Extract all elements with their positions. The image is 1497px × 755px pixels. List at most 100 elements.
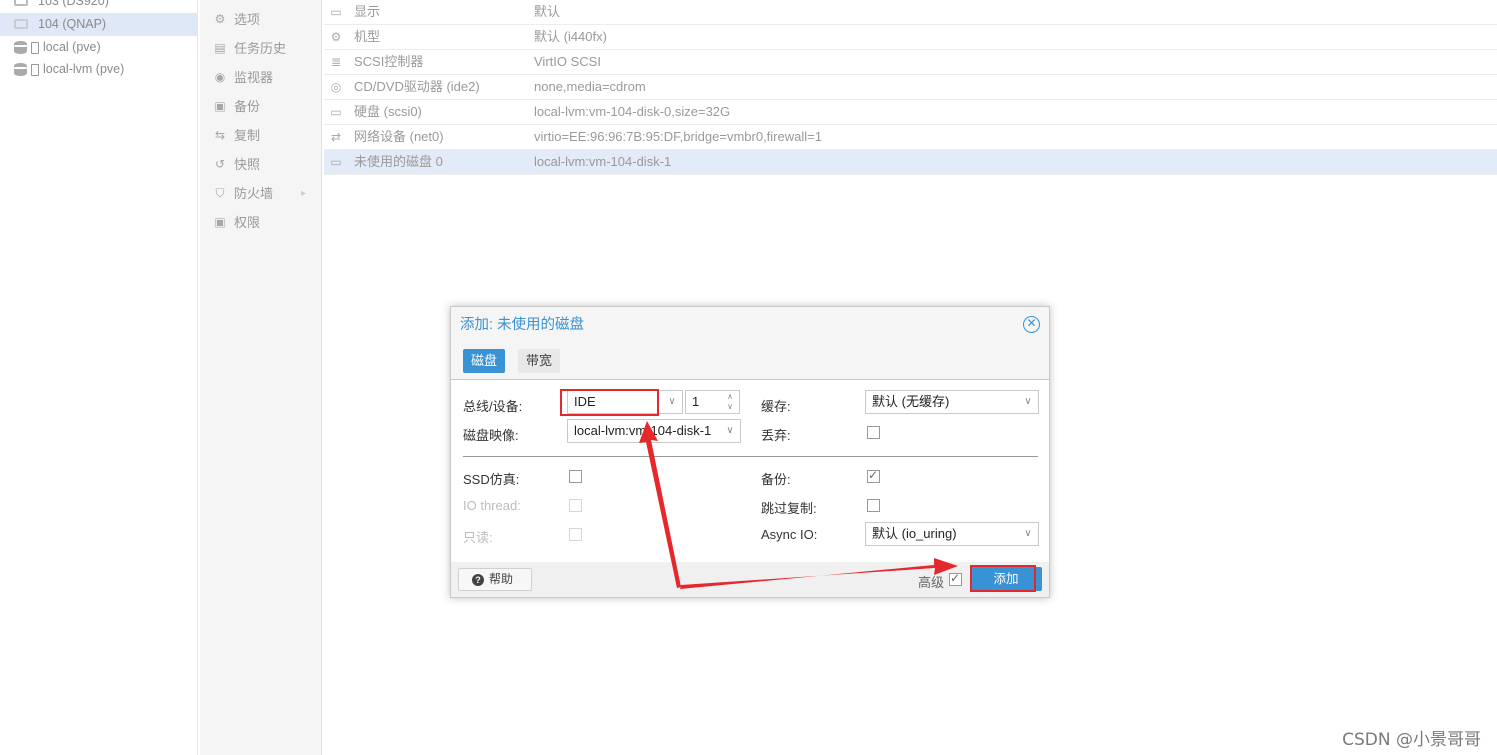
hardware-row-key: 机型 (354, 29, 381, 44)
database-icon (14, 41, 28, 54)
tree-item-storage-local-lvm[interactable]: local-lvm (pve) (0, 58, 198, 81)
storage-device-icon (31, 42, 39, 54)
hardware-row-key: 网络设备 (net0) (354, 129, 444, 144)
hdd-icon: ▭ (330, 105, 342, 119)
tree-item-label: local-lvm (pve) (43, 62, 125, 76)
dialog-footer: ?帮助 高级 添加 (451, 562, 1049, 597)
history-icon: ↺ (214, 157, 226, 171)
resource-tree: 103 (DS920) 104 (QNAP) local (pve) local… (0, 0, 198, 755)
tree-item-label: local (pve) (43, 40, 101, 54)
backup-label: 备份: (761, 472, 791, 487)
discard-label: 丢弃: (761, 428, 791, 443)
io-thread-checkbox[interactable] (569, 499, 582, 512)
exchange-icon: ⇄ (330, 130, 342, 144)
hardware-row-value: local-lvm:vm-104-disk-0,size=32G (534, 104, 731, 119)
hardware-row-cdrom[interactable]: ◎ CD/DVD驱动器 (ide2) none,media=cdrom (324, 75, 1497, 100)
menu-item-monitor[interactable]: ◉ 监视器 (200, 63, 322, 92)
menu-item-snapshots[interactable]: ↺ 快照 (200, 150, 322, 179)
monitor-icon: ▭ (330, 5, 342, 19)
tree-item-label: 104 (QNAP) (38, 17, 107, 31)
device-number-spinner[interactable]: 1 ∧ ∨ (685, 390, 740, 414)
add-unused-disk-dialog: 添加: 未使用的磁盘 ✕ 磁盘 带宽 总线/设备: IDE ∨ 1 ∧ ∨ 缓存:… (450, 306, 1050, 598)
help-button[interactable]: ? 帮助 (458, 568, 532, 591)
annotation-highlight-bus (560, 389, 659, 416)
chevron-down-icon: ∨ (1024, 396, 1032, 407)
disk-image-label: 磁盘映像: (463, 428, 519, 443)
hardware-row-key: CD/DVD驱动器 (ide2) (354, 79, 480, 94)
hardware-row-network[interactable]: ⇄ 网络设备 (net0) virtio=EE:96:96:7B:95:DF,b… (324, 125, 1497, 150)
menu-item-permissions[interactable]: ▣ 权限 (200, 208, 322, 237)
async-io-label: Async IO: (761, 527, 818, 542)
dialog-tabbar: 磁盘 带宽 (451, 343, 1049, 380)
tree-item-storage-local[interactable]: local (pve) (0, 36, 198, 59)
unlock-icon: ▣ (214, 215, 226, 229)
hardware-row-scsi-controller[interactable]: ≣ SCSI控制器 VirtIO SCSI (324, 50, 1497, 75)
hardware-row-display[interactable]: ▭ 显示 默认 (324, 0, 1497, 25)
skip-replication-checkbox[interactable] (867, 499, 880, 512)
menu-item-label: 监视器 (234, 70, 274, 85)
hardware-row-value: virtio=EE:96:96:7B:95:DF,bridge=vmbr0,fi… (534, 129, 822, 144)
async-io-select[interactable]: 默认 (io_uring) ∨ (865, 522, 1039, 546)
read-only-checkbox[interactable] (569, 528, 582, 541)
hardware-row-value: 默认 (534, 4, 561, 19)
device-number-value: 1 (692, 394, 700, 409)
tab-bandwidth[interactable]: 带宽 (518, 349, 561, 373)
read-only-label: 只读: (463, 530, 493, 545)
hardware-row-value: 默认 (i440fx) (534, 29, 607, 44)
hardware-row-unused-disk[interactable]: ▭ 未使用的磁盘 0 local-lvm:vm-104-disk-1 (324, 150, 1497, 175)
cache-select[interactable]: 默认 (无缓存) ∨ (865, 390, 1039, 414)
chevron-down-icon: ∨ (726, 425, 734, 436)
tab-disk[interactable]: 磁盘 (463, 349, 506, 373)
discard-checkbox[interactable] (867, 426, 880, 439)
vm-monitor-icon (14, 19, 28, 29)
retweet-icon: ⇆ (214, 128, 226, 142)
vm-monitor-icon (14, 0, 28, 6)
hardware-row-value: none,media=cdrom (534, 79, 646, 94)
hdd-icon: ▭ (330, 155, 342, 169)
form-divider (463, 456, 1038, 457)
tree-item-vm-104[interactable]: 104 (QNAP) (0, 13, 198, 36)
cache-label: 缓存: (761, 399, 791, 414)
hardware-row-value: local-lvm:vm-104-disk-1 (534, 154, 672, 169)
hardware-row-hard-disk[interactable]: ▭ 硬盘 (scsi0) local-lvm:vm-104-disk-0,siz… (324, 100, 1497, 125)
tree-item-label: 103 (DS920) (38, 0, 109, 8)
advanced-checkbox[interactable] (949, 571, 962, 586)
menu-item-backup[interactable]: ▣ 备份 (200, 92, 322, 121)
gear-icon: ⚙ (214, 12, 226, 26)
question-circle-icon: ? (472, 574, 484, 586)
dialog-form: 总线/设备: IDE ∨ 1 ∧ ∨ 缓存: 默认 (无缓存) ∨ 磁盘映像: l… (451, 380, 1049, 562)
shield-icon: ⛉ (215, 186, 225, 200)
skip-replication-label: 跳过复制: (761, 501, 817, 516)
chevron-right-icon: ▸ (300, 188, 306, 199)
menu-item-label: 快照 (234, 157, 261, 172)
backup-checkbox[interactable] (867, 468, 880, 483)
menu-item-options[interactable]: ⚙ 选项 (200, 5, 322, 34)
ssd-emulation-label: SSD仿真: (463, 472, 520, 487)
dialog-title: 添加: 未使用的磁盘 (451, 307, 1049, 343)
disk-image-value: local-lvm:vm-104-disk-1 (574, 423, 712, 438)
tree-item-vm-103[interactable]: 103 (DS920) (0, 0, 198, 13)
vm-nav-menu: ⚙ 选项 ▤ 任务历史 ◉ 监视器 ▣ 备份 ⇆ 复制 ↺ 快照 ⛉ 防火墙 ▸… (200, 0, 322, 755)
hardware-row-value: VirtIO SCSI (534, 54, 601, 69)
async-io-value: 默认 (io_uring) (872, 526, 957, 541)
cdrom-icon: ◎ (330, 80, 342, 94)
spinner-arrows-icon: ∧ ∨ (727, 392, 733, 411)
storage-device-icon (31, 64, 39, 76)
close-icon[interactable]: ✕ (1023, 316, 1040, 333)
database-icon (14, 63, 28, 76)
hardware-row-machine[interactable]: ⚙ 机型 默认 (i440fx) (324, 25, 1497, 50)
menu-item-task-history[interactable]: ▤ 任务历史 (200, 34, 322, 63)
ssd-emulation-checkbox[interactable] (569, 470, 582, 483)
hardware-row-key: SCSI控制器 (354, 54, 424, 69)
menu-item-replication[interactable]: ⇆ 复制 (200, 121, 322, 150)
menu-item-label: 选项 (234, 12, 261, 27)
floppy-icon: ▣ (214, 99, 226, 113)
menu-item-label: 防火墙 (234, 186, 274, 201)
advanced-label: 高级 (918, 575, 945, 590)
disk-image-select[interactable]: local-lvm:vm-104-disk-1 ∨ (567, 419, 741, 443)
menu-item-firewall[interactable]: ⛉ 防火墙 ▸ (200, 179, 322, 208)
menu-item-label: 权限 (234, 215, 261, 230)
database-icon: ≣ (330, 55, 342, 69)
cache-select-value: 默认 (无缓存) (872, 394, 950, 409)
eye-icon: ◉ (214, 70, 226, 84)
